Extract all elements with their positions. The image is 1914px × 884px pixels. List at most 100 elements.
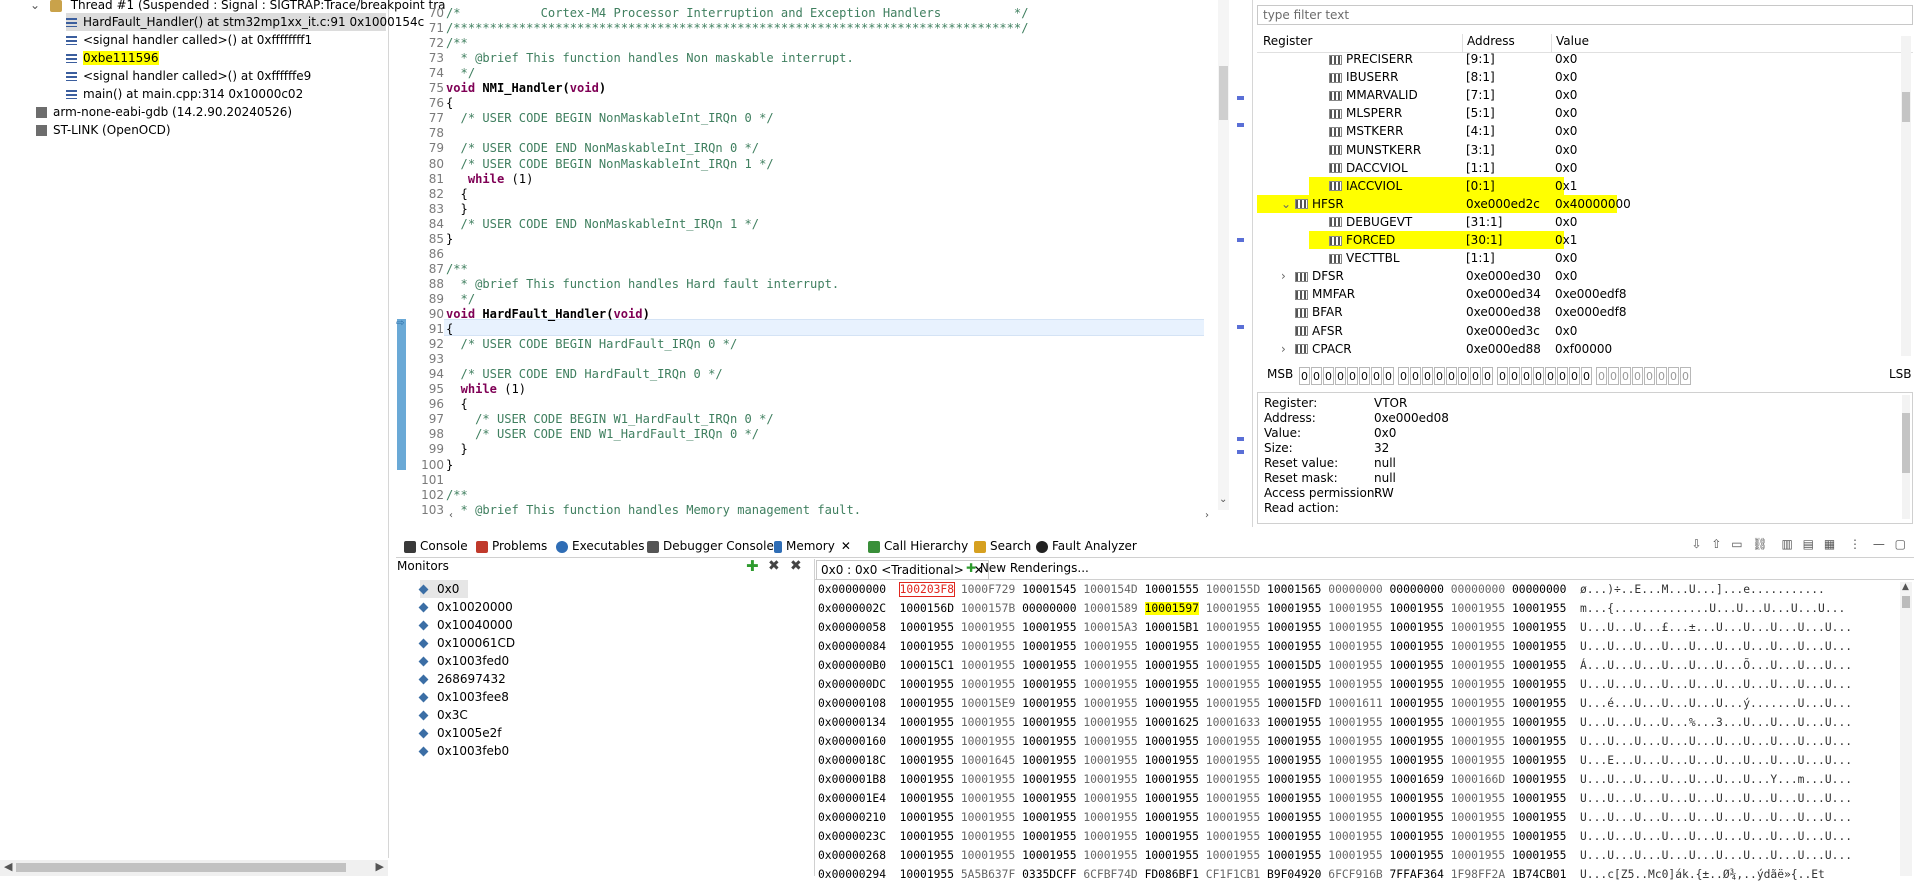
memory-word[interactable]: 10001955: [961, 792, 1015, 805]
monitor-item[interactable]: 268697432: [418, 670, 506, 688]
memory-word[interactable]: 10001955: [1267, 792, 1321, 805]
code-editor[interactable]: ⇨ 70/* Cortex-M4 Processor Interruption …: [389, 0, 1244, 527]
memory-word[interactable]: 10001955: [1390, 659, 1444, 672]
memory-word[interactable]: 10001955: [1022, 792, 1076, 805]
code-line[interactable]: /**: [446, 262, 468, 277]
memory-word[interactable]: 10001955: [1206, 773, 1260, 786]
code-line[interactable]: /* USER CODE BEGIN NonMaskableInt_IRQn 1…: [446, 157, 774, 172]
minimize-icon[interactable]: —: [1873, 537, 1885, 551]
code-line[interactable]: while (1): [446, 382, 527, 397]
memory-word[interactable]: 10001955: [1145, 754, 1199, 767]
memory-word[interactable]: 10001955: [1145, 773, 1199, 786]
memory-word[interactable]: 10001955: [1022, 716, 1076, 729]
memory-word[interactable]: 10001955: [1390, 640, 1444, 653]
memory-word[interactable]: 10001955: [1206, 830, 1260, 843]
scrollbar-thumb[interactable]: [16, 863, 346, 872]
memory-word[interactable]: 10001955: [1328, 640, 1382, 653]
remove-all-monitors-icon[interactable]: ✖: [790, 558, 802, 574]
memory-word[interactable]: 10001955: [1451, 849, 1505, 862]
memory-word[interactable]: 1000154D: [1083, 583, 1137, 596]
bit-cell[interactable]: 0: [1596, 367, 1607, 385]
memory-word[interactable]: 10001955: [1328, 602, 1382, 615]
horizontal-scrollbar[interactable]: ◀ ▶: [0, 860, 388, 876]
register-scrollbar[interactable]: [1901, 36, 1911, 356]
memory-word[interactable]: 10001955: [1206, 754, 1260, 767]
code-line[interactable]: /* USER CODE END HardFault_IRQn 0 */: [446, 367, 723, 382]
memory-word[interactable]: 10001955: [1451, 659, 1505, 672]
monitor-item[interactable]: 0x10040000: [418, 616, 513, 634]
tab-memory[interactable]: Memory ✕: [774, 537, 851, 555]
code-line[interactable]: * @brief This function handles Non maska…: [446, 51, 854, 66]
memory-word[interactable]: 10001955: [1512, 640, 1566, 653]
bit-cell[interactable]: 0: [1446, 367, 1457, 385]
code-line[interactable]: /* USER CODE END W1_HardFault_IRQn 0 */: [446, 427, 759, 442]
memory-word[interactable]: 10001955: [1328, 773, 1382, 786]
code-line[interactable]: {: [446, 397, 468, 412]
memory-word[interactable]: 7FFAF364: [1390, 868, 1444, 881]
memory-word[interactable]: 1000155D: [1206, 583, 1260, 596]
bit-cell[interactable]: 0: [1422, 367, 1433, 385]
memory-word[interactable]: 10001955: [1022, 735, 1076, 748]
memory-word[interactable]: 10001955: [1022, 621, 1076, 634]
memory-word[interactable]: 10001955: [1451, 640, 1505, 653]
monitor-item[interactable]: 0x1003fee8: [418, 688, 509, 706]
memory-word[interactable]: 10001955: [1390, 792, 1444, 805]
bit-cell[interactable]: 0: [1620, 367, 1631, 385]
memory-word[interactable]: 1000156D: [900, 602, 954, 615]
memory-word[interactable]: 10001955: [1083, 849, 1137, 862]
editor-vertical-scrollbar[interactable]: ⌄: [1218, 0, 1229, 510]
memory-word[interactable]: 100015C1: [900, 659, 954, 672]
memory-word[interactable]: 10001955: [1206, 659, 1260, 672]
code-line[interactable]: {: [446, 187, 468, 202]
memory-word[interactable]: 10001955: [1145, 640, 1199, 653]
memory-word[interactable]: 10001955: [900, 773, 954, 786]
scroll-left-icon[interactable]: ‹: [449, 510, 453, 521]
memory-word[interactable]: 10001955: [1512, 697, 1566, 710]
memory-word[interactable]: 10001955: [900, 716, 954, 729]
memory-word[interactable]: 10001955: [900, 811, 954, 824]
memory-word[interactable]: 10001955: [961, 716, 1015, 729]
memory-word[interactable]: 10001955: [1267, 811, 1321, 824]
register-row[interactable]: IBUSERR [8:1] 0x0: [1257, 68, 1897, 86]
column-register[interactable]: Register: [1263, 34, 1312, 48]
memory-word[interactable]: 10001955: [961, 811, 1015, 824]
memory-word[interactable]: 10001955: [1145, 830, 1199, 843]
code-line[interactable]: */: [446, 66, 476, 81]
memory-word[interactable]: 10001955: [1083, 811, 1137, 824]
register-filter-input[interactable]: type filter text: [1257, 5, 1913, 25]
stack-frame-address[interactable]: 0xbe111596: [66, 49, 159, 67]
gdb-process-row[interactable]: arm-none-eabi-gdb (14.2.90.20240526): [36, 103, 292, 121]
memory-row[interactable]: 0x00000294 10001955 5A5B637F 0335DCFF 6C…: [818, 865, 1825, 884]
memory-scrollbar[interactable]: ▲: [1900, 582, 1912, 876]
memory-word[interactable]: 10001589: [1083, 602, 1137, 615]
code-line[interactable]: /* USER CODE BEGIN W1_HardFault_IRQn 0 *…: [446, 412, 774, 427]
memory-word[interactable]: 10001955: [1206, 811, 1260, 824]
memory-word[interactable]: 10001955: [1451, 697, 1505, 710]
memory-word[interactable]: 00000000: [1328, 583, 1382, 596]
memory-word[interactable]: 10001955: [1145, 849, 1199, 862]
register-row[interactable]: DACCVIOL [1:1] 0x0: [1257, 159, 1897, 177]
memory-word[interactable]: 10001955: [1390, 849, 1444, 862]
memory-word[interactable]: 10001955: [1022, 830, 1076, 843]
scroll-right-icon[interactable]: ▶: [376, 860, 384, 873]
memory-word[interactable]: 100015D5: [1267, 659, 1321, 672]
memory-word[interactable]: 10001955: [1206, 697, 1260, 710]
bit-cell[interactable]: 0: [1569, 367, 1580, 385]
register-row[interactable]: PRECISERR [9:1] 0x0: [1257, 53, 1897, 68]
bit-cell[interactable]: 0: [1608, 367, 1619, 385]
memory-word[interactable]: 10001955: [900, 792, 954, 805]
memory-word[interactable]: 10001955: [900, 868, 954, 881]
memory-word[interactable]: 10001955: [1267, 735, 1321, 748]
memory-word[interactable]: 00000000: [1022, 602, 1076, 615]
column-value[interactable]: Value: [1551, 34, 1589, 52]
monitor-item[interactable]: 0x0: [418, 580, 468, 598]
memory-word[interactable]: 10001955: [1512, 602, 1566, 615]
memory-word[interactable]: 10001955: [1267, 773, 1321, 786]
memory-word[interactable]: 10001955: [1328, 754, 1382, 767]
memory-word[interactable]: 10001955: [1145, 811, 1199, 824]
memory-word[interactable]: 10001955: [1390, 754, 1444, 767]
memory-word[interactable]: 1B74CB01: [1512, 868, 1566, 881]
tab-problems[interactable]: Problems: [476, 537, 547, 555]
collapse-chevron-icon[interactable]: ⌄: [30, 0, 40, 12]
memory-word[interactable]: 10001955: [1022, 849, 1076, 862]
